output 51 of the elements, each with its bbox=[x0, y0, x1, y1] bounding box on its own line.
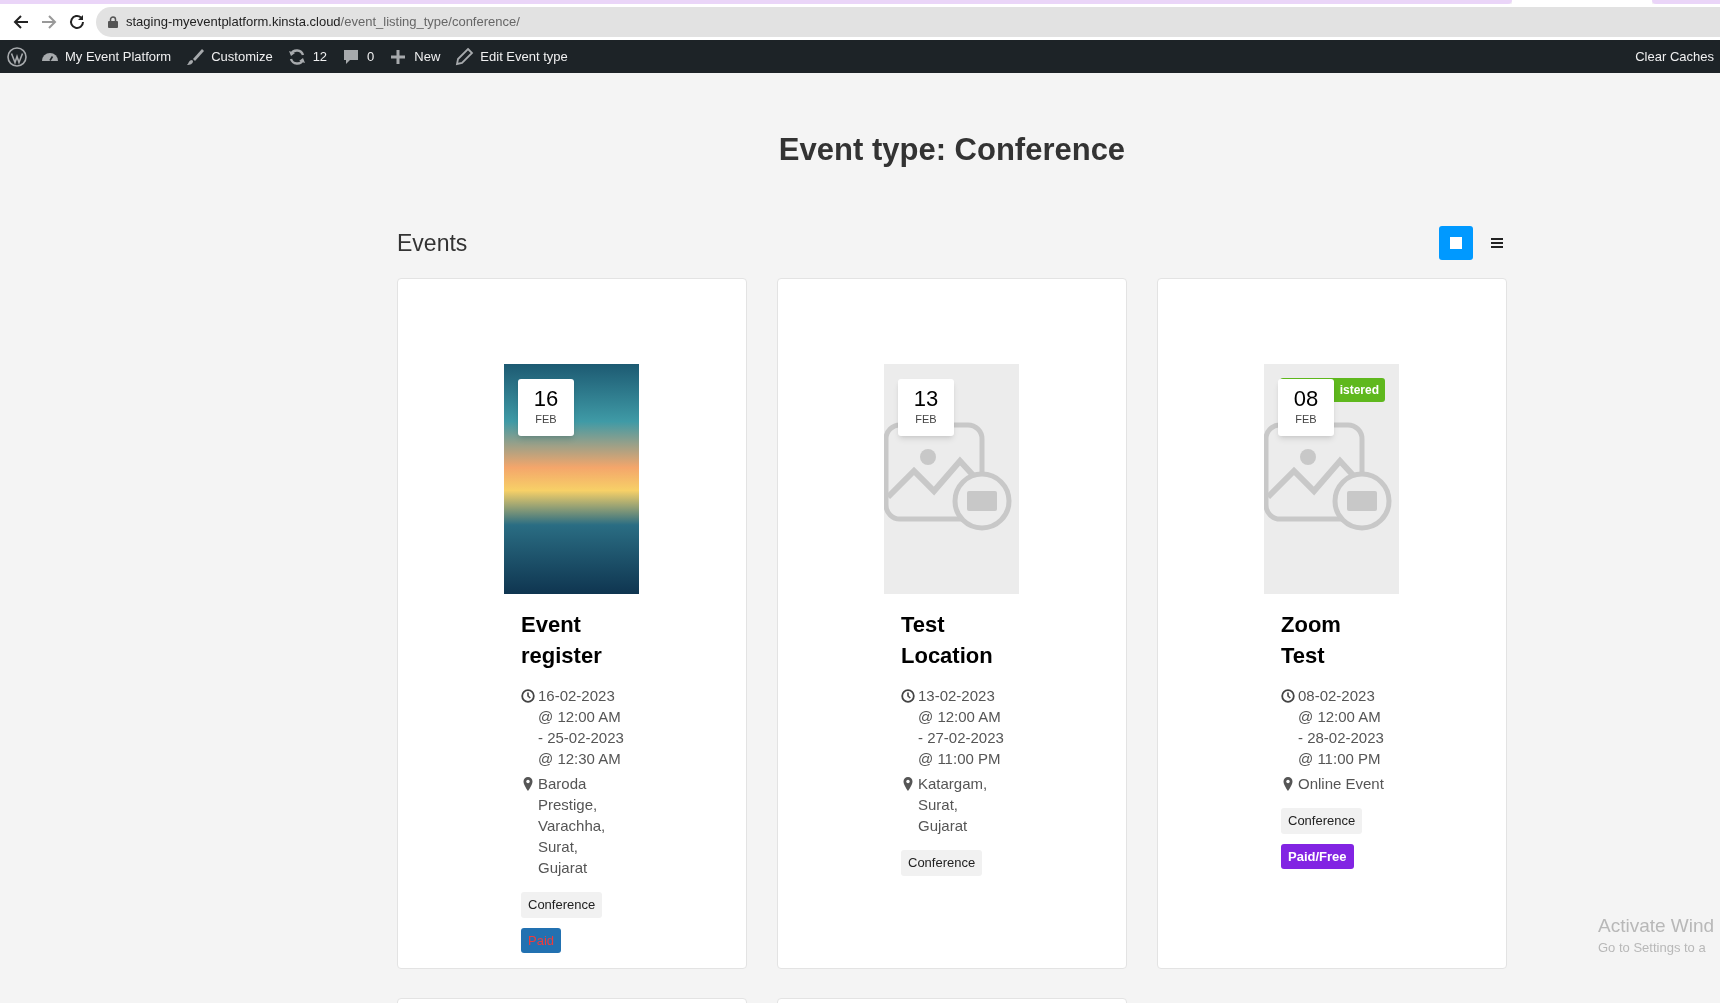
date-day: 16 bbox=[533, 387, 559, 412]
event-location: Online Event bbox=[1298, 774, 1385, 794]
event-date-time: 08-02-2023 @ 12:00 AM - 28-02-2023 @ 11:00 PM bbox=[1298, 686, 1385, 769]
refresh-icon bbox=[286, 46, 307, 67]
event-type-tag: Conference bbox=[1281, 808, 1363, 834]
clock-icon bbox=[1281, 689, 1295, 703]
date-month: FEB bbox=[915, 412, 937, 428]
list-icon bbox=[1491, 238, 1503, 248]
event-location: Katargam, Surat, Gujarat bbox=[918, 774, 989, 836]
dashboard-gauge-icon bbox=[41, 51, 59, 62]
event-title[interactable]: Test Location bbox=[901, 609, 1001, 671]
clock-icon bbox=[901, 689, 915, 703]
event-date-time: 16-02-2023 @ 12:00 AM - 25-02-2023 @ 12:30 AM bbox=[538, 686, 625, 769]
grid-view-button[interactable] bbox=[1439, 226, 1473, 260]
event-title[interactable]: Event register bbox=[521, 609, 621, 671]
reload-icon[interactable] bbox=[68, 13, 86, 31]
pencil-icon bbox=[454, 46, 475, 67]
event-type-tag: Conference bbox=[521, 892, 603, 918]
square-icon bbox=[1450, 237, 1462, 249]
ticket-type-tag: Paid bbox=[521, 927, 562, 953]
ticket-type-tag: Paid/Free bbox=[1281, 843, 1354, 869]
address-bar[interactable]: staging-myeventplatform.kinsta.cloud/event_listing_type/conference/ bbox=[96, 7, 1720, 37]
activation-notice-title: Activate Wind bbox=[1598, 914, 1715, 938]
url-host: staging-myeventplatform.kinsta.cloud bbox=[126, 13, 341, 32]
clock-icon bbox=[521, 689, 535, 703]
location-pin-icon bbox=[1281, 776, 1295, 792]
activation-notice-text: Go to Settings to a bbox=[1598, 939, 1707, 957]
event-date-time: 13-02-2023 @ 12:00 AM - 27-02-2023 @ 11:00 PM bbox=[918, 686, 1005, 769]
event-title[interactable]: Zoom Test bbox=[1281, 609, 1381, 671]
section-title: Events bbox=[397, 228, 468, 258]
customize-link[interactable]: Customize bbox=[178, 40, 280, 73]
clear-caches-link[interactable]: Clear Caches bbox=[1635, 46, 1720, 67]
updates-link[interactable]: 12 bbox=[279, 40, 335, 73]
event-location: Baroda Prestige, Varachha, Surat, Gujarat bbox=[538, 774, 607, 878]
date-month: FEB bbox=[1295, 412, 1317, 428]
back-icon[interactable] bbox=[12, 13, 30, 31]
date-month: FEB bbox=[535, 412, 557, 428]
comments-link[interactable]: 0 bbox=[334, 40, 382, 73]
edit-link[interactable]: Edit Event type bbox=[447, 40, 575, 73]
location-pin-icon bbox=[521, 776, 535, 792]
url-path: /event_listing_type/conference/ bbox=[340, 13, 520, 32]
site-name-link[interactable]: My Event Platform bbox=[34, 40, 179, 73]
lock-icon bbox=[108, 16, 118, 28]
date-day: 13 bbox=[913, 387, 939, 412]
wordpress-logo-icon[interactable] bbox=[7, 46, 27, 67]
page-title: Event type: Conference bbox=[777, 131, 1127, 169]
new-content-link[interactable]: New bbox=[381, 40, 448, 73]
event-type-tag: Conference bbox=[901, 850, 983, 876]
forward-icon[interactable] bbox=[40, 13, 58, 31]
paintbrush-icon bbox=[185, 46, 206, 67]
location-pin-icon bbox=[901, 776, 915, 792]
